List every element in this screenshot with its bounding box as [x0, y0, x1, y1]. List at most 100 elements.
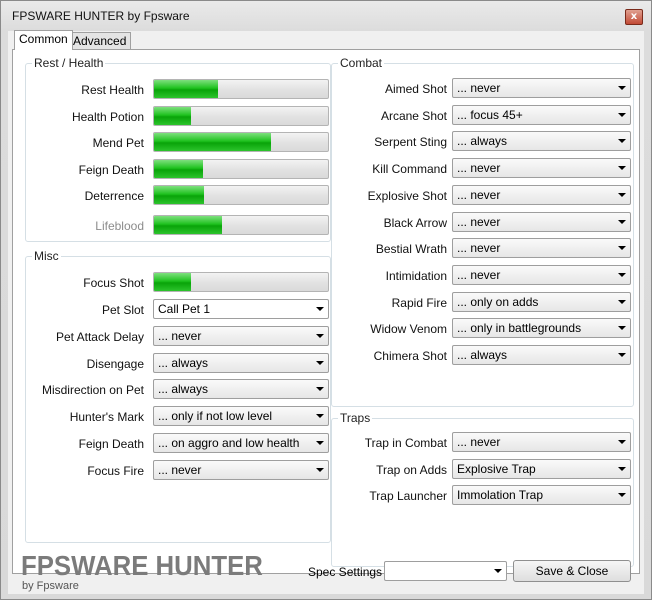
trap-on-adds-label: Trap on Adds	[376, 462, 447, 477]
trap-on-adds-value: Explosive Trap	[457, 461, 536, 476]
explosive-shot-label: Explosive Shot	[367, 188, 447, 203]
aimed-shot-select[interactable]: ... never	[452, 78, 631, 98]
trap-launcher-select[interactable]: Immolation Trap	[452, 485, 631, 505]
lifeblood-fill	[154, 215, 222, 234]
chevron-down-icon	[618, 192, 626, 197]
black-arrow-value: ... never	[457, 214, 501, 229]
tab-advanced[interactable]: Advanced	[68, 32, 132, 50]
chevron-down-icon	[316, 360, 324, 365]
focus-shot-slider[interactable]	[153, 272, 329, 292]
chevron-down-icon	[618, 86, 626, 90]
save-close-button[interactable]: Save & Close	[513, 560, 631, 582]
setting-row-misdirection-on-pet: Misdirection on Pet ... always	[26, 379, 330, 401]
feign-death-label: Feign Death	[78, 162, 144, 177]
chevron-down-icon	[618, 272, 626, 277]
window-title: FPSWARE HUNTER by Fpsware	[12, 9, 190, 23]
focus-fire-select[interactable]: ... never	[153, 459, 329, 480]
group-title-combat: Combat	[338, 56, 385, 70]
widow-venom-label: Widow Venom	[370, 322, 447, 337]
hunter-s-mark-select[interactable]: ... only if not low level	[153, 406, 329, 427]
setting-row-mend-pet: Mend Pet	[26, 132, 330, 154]
serpent-sting-value: ... always	[457, 134, 508, 149]
group-title-traps: Traps	[338, 411, 373, 425]
trap-in-combat-value: ... never	[457, 435, 501, 449]
aimed-shot-label: Aimed Shot	[384, 82, 447, 96]
chimera-shot-value: ... always	[457, 348, 508, 362]
rapid-fire-select[interactable]: ... only on adds	[452, 291, 631, 312]
title-bar: FPSWARE HUNTER by Fpsware x	[1, 1, 651, 31]
misc-group: Misc Focus Shot Pet Slot Call Pet 1 Pet …	[25, 249, 331, 543]
trap-launcher-value: Immolation Trap	[457, 488, 544, 502]
health-potion-slider[interactable]	[153, 105, 329, 126]
serpent-sting-label: Serpent Sting	[374, 135, 447, 150]
hunter-s-mark-label: Hunter's Mark	[69, 410, 144, 425]
setting-row-rapid-fire: Rapid Fire ... only on adds	[332, 291, 633, 314]
rapid-fire-label: Rapid Fire	[391, 295, 447, 310]
widow-venom-select[interactable]: ... only in battlegrounds	[452, 318, 631, 339]
close-icon[interactable]: x	[625, 9, 643, 25]
chevron-down-icon	[618, 112, 626, 117]
chevron-down-icon	[618, 166, 626, 171]
bestial-wrath-select[interactable]: ... never	[452, 238, 631, 259]
setting-row-widow-venom: Widow Venom ... only in battlegrounds	[332, 318, 633, 340]
spec-settings-select[interactable]	[384, 561, 507, 581]
chevron-down-icon	[494, 569, 502, 573]
misdirection-on-pet-select[interactable]: ... always	[153, 379, 329, 400]
focus-shot-fill	[154, 273, 191, 291]
chevron-down-icon	[316, 467, 324, 472]
feign-death-select[interactable]: ... on aggro and low health	[153, 432, 329, 453]
disengage-value: ... always	[158, 355, 209, 370]
pet-slot-select[interactable]: Call Pet 1	[153, 299, 329, 319]
spec-settings-label: Spec Settings	[308, 565, 383, 579]
feign-death-label: Feign Death	[78, 436, 144, 451]
explosive-shot-select[interactable]: ... never	[452, 184, 631, 205]
chevron-down-icon	[316, 414, 324, 419]
setting-row-chimera-shot: Chimera Shot ... always	[332, 345, 633, 367]
explosive-shot-value: ... never	[457, 187, 501, 202]
chimera-shot-select[interactable]: ... always	[452, 345, 631, 365]
setting-row-hunter-s-mark: Hunter's Mark ... only if not low level	[26, 406, 330, 428]
setting-row-explosive-shot: Explosive Shot ... never	[332, 184, 633, 207]
chevron-down-icon	[316, 307, 324, 311]
combat-group: Combat Aimed Shot ... never Arcane Shot...…	[331, 56, 634, 407]
deterrence-label: Deterrence	[84, 189, 144, 203]
chevron-down-icon	[618, 353, 626, 357]
mend-pet-fill	[154, 133, 271, 151]
chevron-down-icon	[618, 326, 626, 331]
disengage-label: Disengage	[86, 356, 144, 371]
setting-row-rest-health: Rest Health	[26, 79, 330, 101]
chevron-down-icon	[316, 440, 324, 445]
chevron-down-icon	[618, 139, 626, 144]
chevron-down-icon	[618, 466, 626, 471]
health-potion-fill	[154, 106, 191, 125]
disengage-select[interactable]: ... always	[153, 352, 329, 373]
feign-death-slider[interactable]	[153, 158, 329, 179]
chevron-down-icon	[618, 440, 626, 444]
intimidation-select[interactable]: ... never	[452, 264, 631, 285]
main-window: FPSWARE HUNTER by Fpsware x Common Advan…	[0, 0, 652, 600]
rest-health-slider[interactable]	[153, 79, 329, 99]
deterrence-fill	[154, 186, 205, 204]
pet-attack-delay-select[interactable]: ... never	[153, 326, 329, 346]
misc-row-pet-slot: Pet Slot Call Pet 1	[26, 299, 330, 321]
setting-row-pet-attack-delay: Pet Attack Delay ... never	[26, 326, 330, 348]
trap-on-adds-select[interactable]: Explosive Trap	[452, 458, 631, 479]
setting-row-health-potion: Health Potion	[26, 105, 330, 128]
chevron-down-icon	[316, 334, 324, 338]
rest-health-label: Rest Health	[81, 83, 144, 97]
chevron-down-icon	[618, 246, 626, 251]
kill-command-select[interactable]: ... never	[452, 158, 631, 179]
misc-row-focus-shot: Focus Shot	[26, 272, 330, 294]
tab-common[interactable]: Common	[14, 30, 73, 50]
black-arrow-select[interactable]: ... never	[452, 211, 631, 232]
setting-row-feign-death: Feign Death	[26, 158, 330, 181]
deterrence-slider[interactable]	[153, 185, 329, 205]
mend-pet-label: Mend Pet	[92, 136, 144, 150]
kill-command-value: ... never	[457, 161, 501, 176]
bestial-wrath-label: Bestial Wrath	[375, 242, 447, 257]
trap-in-combat-select[interactable]: ... never	[452, 432, 631, 452]
mend-pet-slider[interactable]	[153, 132, 329, 152]
setting-row-feign-death: Feign Death ... on aggro and low health	[26, 432, 330, 455]
arcane-shot-select[interactable]: ... focus 45+	[452, 104, 631, 125]
serpent-sting-select[interactable]: ... always	[452, 131, 631, 152]
